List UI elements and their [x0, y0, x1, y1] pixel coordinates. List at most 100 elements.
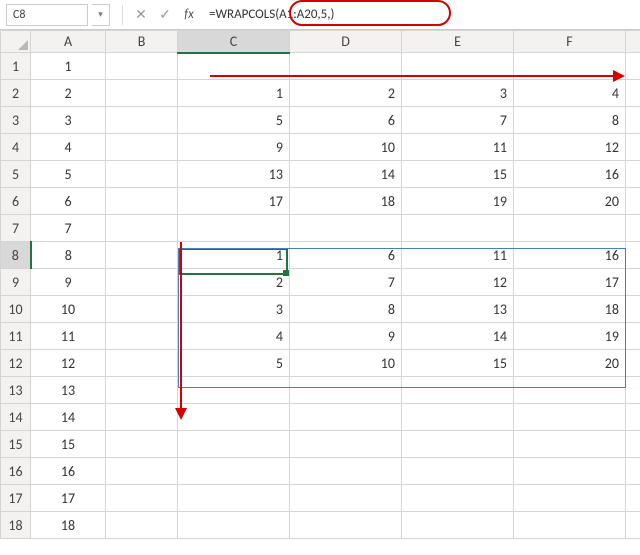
cell[interactable]: 18	[514, 296, 626, 323]
cell[interactable]: 18	[31, 512, 106, 539]
row-header[interactable]: 1	[1, 53, 31, 80]
cell[interactable]: 4	[178, 323, 290, 350]
row-header[interactable]: 6	[1, 188, 31, 215]
enter-button[interactable]: ✓	[153, 4, 177, 26]
cell[interactable]	[178, 53, 290, 80]
cell[interactable]: 20	[514, 350, 626, 377]
formula-text: =WRAPCOLS(A1:A20,5,)	[209, 7, 334, 22]
cell[interactable]: 15	[31, 431, 106, 458]
formula-bar: C8 ▾ ✕ ✓ fx =WRAPCOLS(A1:A20,5,)	[0, 0, 640, 30]
cell[interactable]: 12	[402, 269, 514, 296]
cell[interactable]	[626, 53, 640, 80]
cell[interactable]: 16	[514, 242, 626, 269]
cell[interactable]: 18	[290, 188, 402, 215]
cell[interactable]: 12	[31, 350, 106, 377]
col-header-A[interactable]: A	[31, 31, 106, 53]
cell[interactable]	[514, 53, 626, 80]
formula-input[interactable]: =WRAPCOLS(A1:A20,5,)	[201, 4, 640, 26]
row-header[interactable]: 9	[1, 269, 31, 296]
row-header[interactable]: 10	[1, 296, 31, 323]
cell[interactable]: 6	[31, 188, 106, 215]
cell[interactable]: 15	[402, 350, 514, 377]
fx-icon: fx	[184, 7, 194, 22]
cell[interactable]: 10	[31, 296, 106, 323]
cell[interactable]: 11	[31, 323, 106, 350]
cancel-button[interactable]: ✕	[129, 4, 153, 26]
cell[interactable]: 15	[402, 161, 514, 188]
row-header[interactable]: 14	[1, 404, 31, 431]
row-header[interactable]: 13	[1, 377, 31, 404]
row-header[interactable]: 8	[1, 242, 31, 269]
cell[interactable]: 8	[290, 296, 402, 323]
col-header-E[interactable]: E	[402, 31, 514, 53]
cell[interactable]: 5	[178, 350, 290, 377]
cell[interactable]: 20	[514, 188, 626, 215]
cell[interactable]: 19	[514, 323, 626, 350]
cell[interactable]	[402, 53, 514, 80]
worksheet-grid[interactable]: A B C D E F 1 1 2 2 1 2 3 4 3 3 5 6 7 8 …	[0, 30, 640, 539]
cell[interactable]: 10	[290, 350, 402, 377]
cell[interactable]: 1	[31, 53, 106, 80]
cell[interactable]: 17	[514, 269, 626, 296]
cell[interactable]: 17	[178, 188, 290, 215]
row-header[interactable]: 15	[1, 431, 31, 458]
name-box-dropdown[interactable]: ▾	[92, 4, 110, 26]
cell[interactable]: 9	[178, 134, 290, 161]
row-header[interactable]: 3	[1, 107, 31, 134]
col-header-D[interactable]: D	[290, 31, 402, 53]
row-header[interactable]: 11	[1, 323, 31, 350]
cell[interactable]: 16	[514, 161, 626, 188]
cell[interactable]: 2	[290, 80, 402, 107]
cell[interactable]	[106, 53, 178, 80]
cell[interactable]: 8	[514, 107, 626, 134]
cell[interactable]: 14	[290, 161, 402, 188]
cell[interactable]: 3	[178, 296, 290, 323]
cell[interactable]: 16	[31, 458, 106, 485]
row-header[interactable]: 16	[1, 458, 31, 485]
cell[interactable]: 13	[178, 161, 290, 188]
cell[interactable]: 2	[178, 269, 290, 296]
cell[interactable]: 7	[402, 107, 514, 134]
cell[interactable]: 1	[178, 242, 290, 269]
cell[interactable]: 7	[290, 269, 402, 296]
cell[interactable]: 14	[402, 323, 514, 350]
cell[interactable]: 7	[31, 215, 106, 242]
cell[interactable]: 8	[31, 242, 106, 269]
cell[interactable]: 5	[178, 107, 290, 134]
cell[interactable]: 14	[31, 404, 106, 431]
col-header-blank[interactable]	[626, 31, 640, 53]
cell[interactable]: 17	[31, 485, 106, 512]
cell[interactable]: 4	[31, 134, 106, 161]
insert-function-button[interactable]: fx	[177, 4, 201, 26]
cell[interactable]: 13	[31, 377, 106, 404]
cell[interactable]: 5	[31, 161, 106, 188]
cell[interactable]: 13	[402, 296, 514, 323]
cell[interactable]: 6	[290, 242, 402, 269]
row-header[interactable]: 4	[1, 134, 31, 161]
cell[interactable]: 12	[514, 134, 626, 161]
cell[interactable]: 11	[402, 242, 514, 269]
cell[interactable]: 3	[402, 80, 514, 107]
row-header[interactable]: 5	[1, 161, 31, 188]
cell[interactable]: 9	[290, 323, 402, 350]
cell[interactable]: 11	[402, 134, 514, 161]
row-header[interactable]: 17	[1, 485, 31, 512]
cell[interactable]: 4	[514, 80, 626, 107]
row-header[interactable]: 18	[1, 512, 31, 539]
col-header-F[interactable]: F	[514, 31, 626, 53]
col-header-C[interactable]: C	[178, 31, 290, 53]
cell[interactable]: 2	[31, 80, 106, 107]
name-box[interactable]: C8	[6, 4, 88, 26]
row-header[interactable]: 7	[1, 215, 31, 242]
cell[interactable]: 19	[402, 188, 514, 215]
cell[interactable]	[290, 53, 402, 80]
select-all-corner[interactable]	[1, 31, 31, 53]
cell[interactable]: 3	[31, 107, 106, 134]
row-header[interactable]: 12	[1, 350, 31, 377]
col-header-B[interactable]: B	[106, 31, 178, 53]
cell[interactable]: 6	[290, 107, 402, 134]
cell[interactable]: 9	[31, 269, 106, 296]
row-header[interactable]: 2	[1, 80, 31, 107]
cell[interactable]: 1	[178, 80, 290, 107]
cell[interactable]: 10	[290, 134, 402, 161]
